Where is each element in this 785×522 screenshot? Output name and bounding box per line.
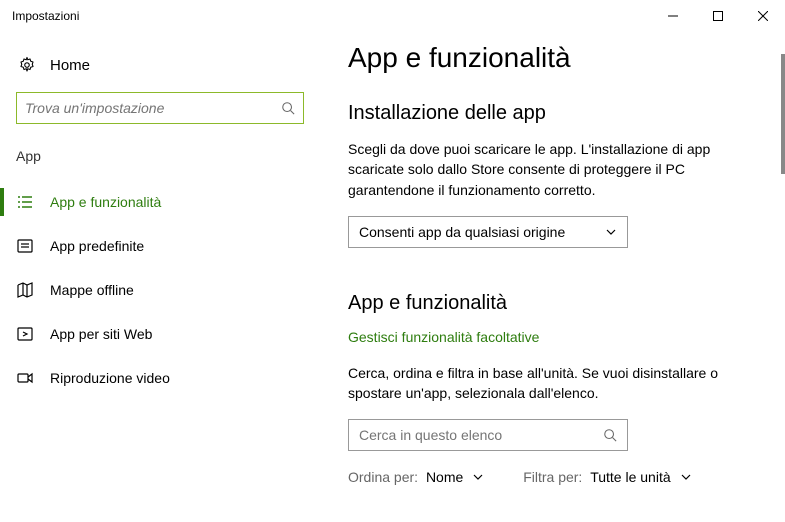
chevron-down-icon xyxy=(681,472,691,482)
titlebar: Impostazioni xyxy=(0,0,785,32)
apps-description: Cerca, ordina e filtra in base all'unità… xyxy=(348,363,745,404)
sort-by-dropdown[interactable]: Ordina per: Nome xyxy=(348,469,483,485)
sort-value: Nome xyxy=(426,469,463,485)
filter-by-dropdown[interactable]: Filtra per: Tutte le unità xyxy=(523,469,690,485)
map-icon xyxy=(16,281,34,299)
dropdown-value: Consenti app da qualsiasi origine xyxy=(359,224,605,240)
video-icon xyxy=(16,369,34,387)
chevron-down-icon xyxy=(605,226,617,238)
filter-label: Filtra per: xyxy=(523,469,582,485)
sidebar-item-label: Mappe offline xyxy=(50,282,134,298)
website-icon xyxy=(16,325,34,343)
apps-section-title: App e funzionalità xyxy=(348,292,745,315)
sidebar-item-label: App e funzionalità xyxy=(50,194,161,210)
sort-label: Ordina per: xyxy=(348,469,418,485)
install-source-dropdown[interactable]: Consenti app da qualsiasi origine xyxy=(348,216,628,248)
maximize-button[interactable] xyxy=(695,0,740,32)
sidebar-item-offline-maps[interactable]: Mappe offline xyxy=(16,268,304,312)
sidebar-section-label: App xyxy=(16,148,304,164)
search-icon xyxy=(281,101,295,115)
main-panel: App e funzionalità Installazione delle a… xyxy=(320,32,785,522)
home-button[interactable]: Home xyxy=(16,50,304,92)
sidebar-item-apps-features[interactable]: App e funzionalità xyxy=(16,180,304,224)
apps-list-search[interactable] xyxy=(348,419,628,451)
sidebar-item-default-apps[interactable]: App predefinite xyxy=(16,224,304,268)
minimize-button[interactable] xyxy=(650,0,695,32)
home-label: Home xyxy=(50,57,90,74)
sidebar-item-label: Riproduzione video xyxy=(50,370,170,386)
sidebar: Home App App e funzionalità App predefin… xyxy=(0,32,320,522)
filter-value: Tutte le unità xyxy=(590,469,670,485)
manage-optional-features-link[interactable]: Gestisci funzionalità facoltative xyxy=(348,329,745,345)
scrollbar[interactable] xyxy=(781,54,785,174)
filters-row: Ordina per: Nome Filtra per: Tutte le un… xyxy=(348,469,745,485)
sidebar-item-apps-websites[interactable]: App per siti Web xyxy=(16,312,304,356)
sidebar-item-label: App per siti Web xyxy=(50,326,152,342)
sidebar-item-video-playback[interactable]: Riproduzione video xyxy=(16,356,304,400)
install-description: Scegli da dove puoi scaricare le app. L'… xyxy=(348,139,745,200)
sidebar-item-label: App predefinite xyxy=(50,238,144,254)
window-controls xyxy=(650,0,785,32)
close-button[interactable] xyxy=(740,0,785,32)
defaults-icon xyxy=(16,237,34,255)
install-section-title: Installazione delle app xyxy=(348,102,745,125)
page-title: App e funzionalità xyxy=(348,42,745,74)
gear-icon xyxy=(18,56,36,74)
settings-search[interactable] xyxy=(16,92,304,124)
chevron-down-icon xyxy=(473,472,483,482)
list-icon xyxy=(16,193,34,211)
search-icon xyxy=(603,428,617,442)
apps-list-search-input[interactable] xyxy=(359,427,603,443)
window-title: Impostazioni xyxy=(12,9,650,23)
settings-search-input[interactable] xyxy=(25,100,281,116)
